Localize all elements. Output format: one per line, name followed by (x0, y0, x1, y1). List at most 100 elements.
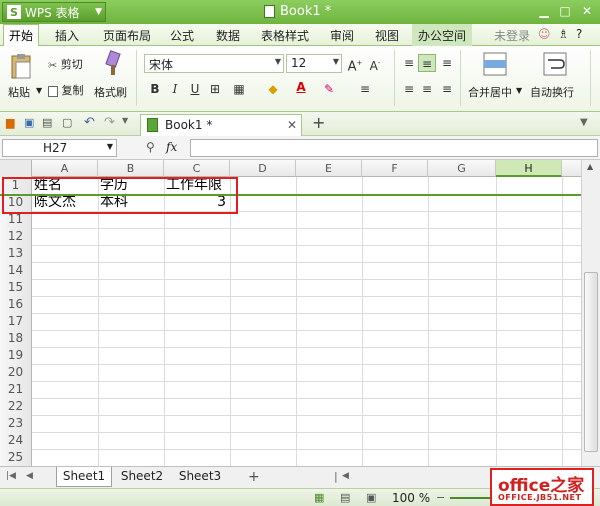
zoom-level[interactable]: 100 % (392, 491, 430, 505)
row-header[interactable]: 15 (0, 279, 32, 296)
shirt-icon[interactable]: ♗ (558, 27, 569, 41)
minimize-icon[interactable]: ▁ (534, 3, 554, 20)
bar-menu-icon[interactable]: ▼ (580, 117, 588, 128)
tab-view[interactable]: 视图 (375, 27, 399, 44)
select-all-corner[interactable] (0, 160, 32, 177)
new-tab-icon[interactable]: + (312, 113, 325, 132)
close-icon[interactable]: ✕ (577, 3, 597, 20)
align-middle-icon[interactable]: ≡ (418, 54, 436, 72)
grow-font-icon[interactable]: A+ (346, 54, 364, 74)
tab-page-layout[interactable]: 页面布局 (103, 27, 151, 44)
align-right-icon[interactable]: ≡ (438, 80, 456, 98)
align-center-icon[interactable]: ≡ (418, 80, 436, 98)
tab-splitter[interactable]: | (334, 470, 338, 483)
row-header[interactable]: 12 (0, 228, 32, 245)
tab-formulas[interactable]: 公式 (170, 27, 194, 44)
save-icon[interactable]: ▣ (24, 116, 34, 129)
underline-button[interactable]: U (186, 80, 204, 98)
help-icon[interactable]: ? (576, 27, 582, 41)
row-header[interactable]: 16 (0, 296, 32, 313)
print-icon[interactable]: ▤ (42, 116, 52, 129)
vertical-scrollbar[interactable]: ▲ (581, 160, 600, 466)
prev-sheet-icon[interactable]: ◀ (26, 471, 33, 481)
first-sheet-icon[interactable]: |◀ (6, 471, 16, 481)
row-header[interactable]: 21 (0, 381, 32, 398)
column-header[interactable]: H (496, 160, 562, 177)
merge-center-label[interactable]: 合并居中 (468, 84, 512, 100)
search-icon[interactable]: ⚲ (146, 140, 155, 154)
row-header[interactable]: 13 (0, 245, 32, 262)
paste-button[interactable] (8, 52, 34, 85)
shrink-font-icon[interactable]: A- (366, 54, 384, 73)
tab-office-space[interactable]: 办公空间 (412, 24, 473, 46)
close-tab-icon[interactable]: ✕ (287, 118, 297, 132)
column-header[interactable]: C (164, 160, 230, 177)
folder-icon[interactable]: ▆ (6, 116, 14, 129)
format-painter-button[interactable] (102, 50, 124, 81)
align-left-icon[interactable]: ≡ (400, 80, 418, 98)
row-header[interactable]: 18 (0, 330, 32, 347)
skin-icon[interactable]: ☺ (538, 27, 551, 41)
align-top-icon[interactable]: ≡ (400, 54, 418, 72)
quick-dropdown-icon[interactable]: ▼ (122, 116, 128, 125)
align-bottom-icon[interactable]: ≡ (438, 54, 456, 72)
row-header[interactable]: 19 (0, 347, 32, 364)
bold-button[interactable]: B (146, 80, 164, 98)
name-box[interactable]: H27 ▼ (2, 139, 117, 157)
merge-dropdown-icon[interactable]: ▼ (516, 86, 522, 95)
paste-label[interactable]: 粘贴 (8, 84, 30, 100)
row-header[interactable]: 23 (0, 415, 32, 432)
column-header[interactable]: G (428, 160, 496, 177)
preview-icon[interactable]: ▢ (62, 116, 72, 129)
wrap-text-label[interactable]: 自动换行 (530, 84, 574, 100)
cell-style-icon[interactable]: ▦ (230, 80, 248, 98)
clear-format-icon[interactable]: ✎ (320, 80, 338, 98)
copy-button[interactable]: 复制 (48, 82, 84, 98)
row-header[interactable]: 20 (0, 364, 32, 381)
login-status[interactable]: 未登录 (494, 27, 530, 44)
tab-table-style[interactable]: 表格样式 (261, 27, 309, 44)
column-header[interactable]: D (230, 160, 296, 177)
sheet-tab[interactable]: Sheet2 (114, 467, 170, 487)
redo-icon[interactable]: ↷ (104, 115, 115, 130)
italic-button[interactable]: I (166, 80, 184, 98)
tab-home[interactable]: 开始 (3, 24, 40, 47)
font-size-select[interactable]: 12 ▼ (286, 54, 342, 73)
tab-review[interactable]: 审阅 (330, 27, 354, 44)
tab-data[interactable]: 数据 (216, 27, 240, 44)
zoom-out-icon[interactable]: − (436, 491, 445, 504)
document-tab[interactable]: Book1 * ✕ (140, 114, 302, 136)
normal-view-icon[interactable]: ▦ (314, 491, 324, 504)
indent-icon[interactable]: ≡ (356, 80, 374, 98)
cut-button[interactable]: ✂ 剪切 (48, 56, 83, 72)
font-name-select[interactable]: 宋体 ▼ (144, 54, 284, 73)
page-layout-view-icon[interactable]: ▤ (340, 491, 350, 504)
scroll-thumb[interactable] (584, 272, 598, 452)
border-icon[interactable]: ⊞ (206, 80, 224, 98)
scroll-up-icon[interactable]: ▲ (587, 162, 593, 171)
row-header[interactable]: 24 (0, 432, 32, 449)
fill-color-icon[interactable]: ◆ (264, 80, 282, 98)
app-menu-button[interactable]: S WPS 表格 ▼ (2, 2, 106, 22)
merge-center-icon[interactable] (482, 50, 508, 81)
row-header[interactable]: 17 (0, 313, 32, 330)
function-icon[interactable]: fx (166, 140, 177, 154)
column-header[interactable]: E (296, 160, 362, 177)
font-color-icon[interactable]: A (292, 78, 310, 96)
sheet-tab[interactable]: Sheet1 (56, 467, 112, 487)
undo-icon[interactable]: ↶ (84, 115, 95, 130)
maximize-icon[interactable]: □ (555, 3, 575, 20)
column-header[interactable]: B (98, 160, 164, 177)
column-header[interactable]: A (32, 160, 98, 177)
wrap-text-icon[interactable] (542, 50, 568, 81)
column-header[interactable]: F (362, 160, 428, 177)
scroll-left-icon[interactable]: ◀ (342, 471, 349, 481)
sheet-tab[interactable]: Sheet3 (172, 467, 228, 487)
page-break-view-icon[interactable]: ▣ (366, 491, 376, 504)
zoom-slider[interactable] (450, 497, 490, 499)
add-sheet-icon[interactable]: + (248, 469, 260, 485)
paste-dropdown-icon[interactable]: ▼ (36, 86, 42, 95)
tab-insert[interactable]: 插入 (55, 27, 79, 44)
row-header[interactable]: 14 (0, 262, 32, 279)
row-header[interactable]: 22 (0, 398, 32, 415)
